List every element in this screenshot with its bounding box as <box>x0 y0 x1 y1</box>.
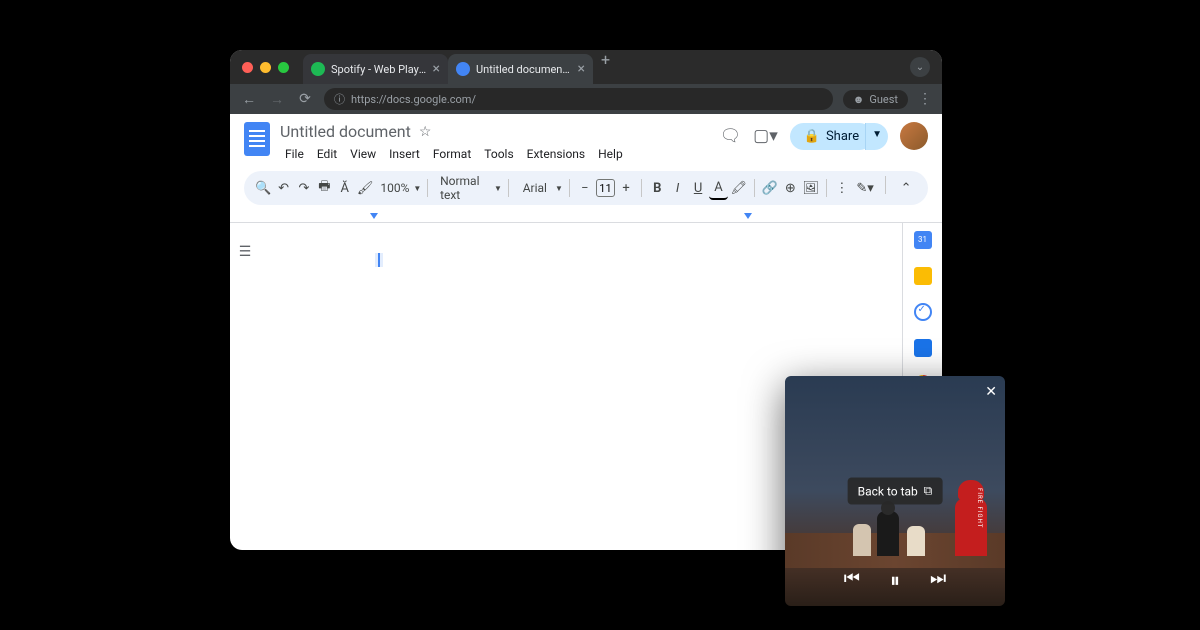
tab-google-docs[interactable]: Untitled document - Google × <box>448 54 593 84</box>
menu-extensions[interactable]: Extensions <box>522 145 590 163</box>
pip-close-icon[interactable]: ✕ <box>985 384 997 400</box>
paint-format-icon[interactable]: 🖌 <box>356 176 374 200</box>
search-icon[interactable]: 🔍 <box>254 176 272 200</box>
comment-history-icon[interactable]: 🗨 <box>720 126 742 146</box>
share-dropdown[interactable]: ▼ <box>865 123 888 150</box>
tasks-icon[interactable] <box>914 303 932 321</box>
text-color-icon[interactable]: A <box>709 176 727 200</box>
next-track-icon[interactable]: ⏭ <box>930 568 946 592</box>
decrease-font-icon[interactable]: − <box>576 176 594 200</box>
close-tab-icon[interactable]: × <box>578 61 585 77</box>
right-margin-marker[interactable] <box>744 213 752 219</box>
back-button[interactable]: ← <box>240 91 258 108</box>
chevron-down-icon[interactable]: ▼ <box>494 184 502 193</box>
close-window-button[interactable] <box>242 62 253 73</box>
highlight-icon[interactable]: 🖍 <box>730 176 748 200</box>
pip-controls: ⏮ ⏸ ⏭ <box>785 568 1005 592</box>
address-bar: ← → ⟳ ⓘ https://docs.google.com/ ☻ Guest… <box>230 84 942 114</box>
previous-track-icon[interactable]: ⏮ <box>844 568 860 592</box>
document-title[interactable]: Untitled document <box>280 122 411 141</box>
star-icon[interactable]: ☆ <box>419 124 432 140</box>
spellcheck-icon[interactable]: Ă <box>336 176 354 200</box>
menu-view[interactable]: View <box>345 145 381 163</box>
undo-icon[interactable]: ↶ <box>274 176 292 200</box>
profile-button[interactable]: ☻ Guest <box>843 90 908 109</box>
guest-icon: ☻ <box>853 93 865 106</box>
menu-format[interactable]: Format <box>428 145 476 163</box>
docs-icon <box>456 62 470 76</box>
comment-icon[interactable]: ⊕ <box>781 176 799 200</box>
pause-icon[interactable]: ⏸ <box>890 568 900 592</box>
increase-font-icon[interactable]: + <box>617 176 635 200</box>
tab-spotify[interactable]: Spotify - Web Player: Music f × <box>303 54 448 84</box>
titlebar: Spotify - Web Player: Music f × Untitled… <box>230 50 942 84</box>
font-size-input[interactable]: 11 <box>596 179 615 197</box>
menubar: File Edit View Insert Format Tools Exten… <box>280 145 710 163</box>
editing-mode-icon[interactable]: ✎▾ <box>853 176 877 200</box>
share-button[interactable]: 🔒 Share <box>790 123 873 150</box>
forward-button[interactable]: → <box>268 91 286 108</box>
url-input[interactable]: ⓘ https://docs.google.com/ <box>324 88 833 110</box>
paragraph-style-select[interactable]: Normal text <box>434 174 494 202</box>
new-tab-button[interactable]: + <box>601 50 610 84</box>
italic-icon[interactable]: I <box>668 176 686 200</box>
underline-icon[interactable]: U <box>689 176 707 200</box>
left-margin-marker[interactable] <box>370 213 378 219</box>
keep-icon[interactable] <box>914 267 932 285</box>
guest-label: Guest <box>869 93 898 106</box>
traffic-lights <box>242 62 289 73</box>
print-icon[interactable]: 🖶 <box>315 176 333 200</box>
lock-icon: 🔒 <box>804 129 820 144</box>
menu-help[interactable]: Help <box>593 145 628 163</box>
collapse-toolbar-icon[interactable]: ⌃ <box>894 176 918 200</box>
tab-title: Untitled document - Google <box>476 63 572 76</box>
back-to-tab-button[interactable]: Back to tab ⧉ <box>848 478 943 505</box>
picture-in-picture-window[interactable]: FIRE FIGHT ✕ Back to tab ⧉ ⏮ ⏸ ⏭ <box>785 376 1005 606</box>
share-label: Share <box>826 129 859 144</box>
tab-title: Spotify - Web Player: Music f <box>331 63 427 76</box>
menu-insert[interactable]: Insert <box>384 145 425 163</box>
browser-menu-button[interactable]: ⋮ <box>918 91 932 107</box>
docs-logo[interactable] <box>244 122 270 156</box>
link-icon[interactable]: 🔗 <box>761 176 779 200</box>
menu-edit[interactable]: Edit <box>312 145 342 163</box>
contacts-icon[interactable] <box>914 339 932 357</box>
back-to-tab-label: Back to tab <box>858 484 918 498</box>
jacket-text: FIRE FIGHT <box>976 488 983 528</box>
reload-button[interactable]: ⟳ <box>296 91 314 107</box>
meet-icon[interactable]: ▢▾ <box>753 126 778 146</box>
close-tab-icon[interactable]: × <box>433 61 440 77</box>
toolbar: 🔍 ↶ ↷ 🖶 Ă 🖌 100% ▼ Normal text ▼ Arial ▼… <box>244 171 928 205</box>
tab-strip: Spotify - Web Player: Music f × Untitled… <box>303 50 910 84</box>
header-actions: 🗨 ▢▾ 🔒 Share ▼ <box>720 122 928 150</box>
menu-file[interactable]: File <box>280 145 309 163</box>
calendar-icon[interactable] <box>914 231 932 249</box>
left-gutter: ☰ <box>230 223 260 550</box>
site-info-icon[interactable]: ⓘ <box>334 91 345 107</box>
chevron-down-icon[interactable]: ▼ <box>413 184 421 193</box>
font-select[interactable]: Arial <box>515 181 555 195</box>
menu-tools[interactable]: Tools <box>479 145 518 163</box>
image-icon[interactable]: 🖼 <box>802 176 820 200</box>
ruler[interactable] <box>230 213 942 223</box>
open-in-new-icon: ⧉ <box>924 484 933 499</box>
zoom-select[interactable]: 100% <box>376 181 413 195</box>
text-cursor <box>378 253 380 267</box>
redo-icon[interactable]: ↷ <box>295 176 313 200</box>
docs-title-area: Untitled document ☆ File Edit View Inser… <box>280 122 710 163</box>
tab-overflow-button[interactable]: ⌄ <box>910 57 930 77</box>
chevron-down-icon[interactable]: ▼ <box>555 184 563 193</box>
more-icon[interactable]: ⋮ <box>833 176 851 200</box>
spotify-icon <box>311 62 325 76</box>
minimize-window-button[interactable] <box>260 62 271 73</box>
docs-header: Untitled document ☆ File Edit View Inser… <box>230 114 942 163</box>
bold-icon[interactable]: B <box>648 176 666 200</box>
maximize-window-button[interactable] <box>278 62 289 73</box>
account-avatar[interactable] <box>900 122 928 150</box>
outline-icon[interactable]: ☰ <box>239 244 252 260</box>
url-text: https://docs.google.com/ <box>351 93 476 106</box>
